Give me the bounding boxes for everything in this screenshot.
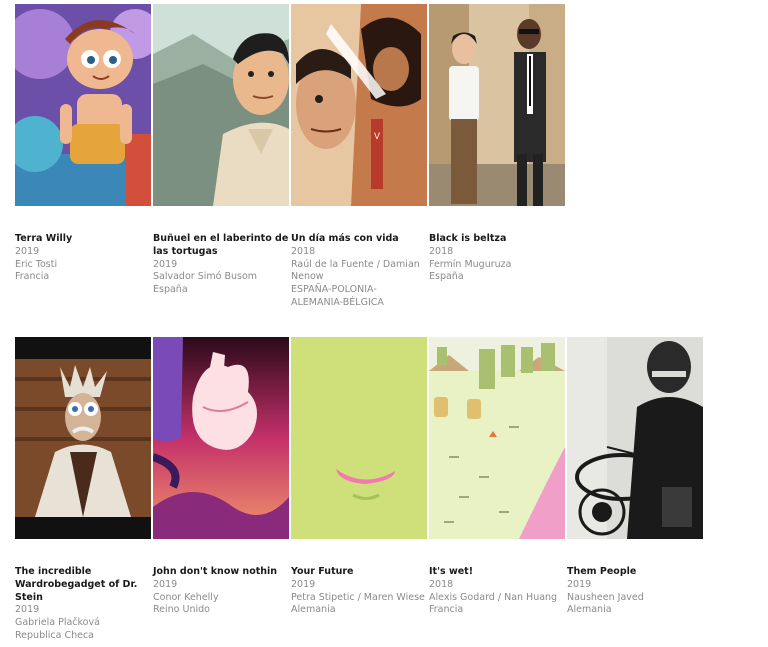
poster-its-wet xyxy=(429,337,565,539)
poster-image[interactable] xyxy=(429,337,565,539)
film-title[interactable]: The incredible Wardrobegadget of Dr. Ste… xyxy=(15,566,151,604)
poster-image[interactable]: V xyxy=(291,4,427,206)
film-year: 2019 xyxy=(153,258,178,270)
film-meta: The incredible Wardrobegadget of Dr. Ste… xyxy=(15,566,151,643)
film-title[interactable]: Black is beltza xyxy=(429,233,565,246)
film-country: Alemania xyxy=(291,604,336,616)
film-director: Eric Tosti xyxy=(15,258,58,270)
film-director: Salvador Simó Busom xyxy=(153,271,258,283)
film-country: España xyxy=(429,271,464,283)
film-title[interactable]: It's wet! xyxy=(429,566,565,579)
poster-image[interactable] xyxy=(291,337,427,539)
film-year: 2018 xyxy=(429,578,454,590)
poster-image[interactable] xyxy=(15,4,151,206)
film-title[interactable]: John don't know nothin xyxy=(153,566,289,579)
film-year: 2019 xyxy=(291,578,316,590)
film-director: Fermín Muguruza xyxy=(429,258,512,270)
poster-un-dia-mas: V xyxy=(291,4,427,206)
poster-your-future xyxy=(291,337,427,539)
film-meta: John don't know nothin 2019 Conor Kehell… xyxy=(153,566,289,617)
poster-image[interactable] xyxy=(153,337,289,539)
film-year: 2019 xyxy=(567,578,592,590)
film-title[interactable]: Your Future xyxy=(291,566,427,579)
film-year: 2018 xyxy=(429,245,454,257)
film-title[interactable]: Terra Willy xyxy=(15,233,151,246)
film-director: Gabriela Plačková xyxy=(15,617,100,629)
film-year: 2019 xyxy=(15,604,40,616)
film-meta: Your Future 2019 Petra Stipetic / Maren … xyxy=(291,566,427,617)
poster-image[interactable] xyxy=(567,337,703,539)
poster-terra-willy xyxy=(15,4,151,206)
film-meta: Them People 2019 Nausheen Javed Alemania xyxy=(567,566,703,617)
film-director: Raúl de la Fuente / Damian Nenow xyxy=(291,258,420,283)
film-year: 2019 xyxy=(15,245,40,257)
poster-john-dont-know xyxy=(153,337,289,539)
film-meta: Terra Willy 2019 Eric Tosti Francia xyxy=(15,233,151,284)
film-country: Republica Checa xyxy=(15,629,94,641)
poster-bunuel xyxy=(153,4,289,206)
film-director: Conor Kehelly xyxy=(153,591,219,603)
film-country: Alemania xyxy=(567,604,612,616)
poster-wardrobegadget xyxy=(15,337,151,539)
poster-image[interactable] xyxy=(153,4,289,206)
film-meta: Un día más con vida 2018 Raúl de la Fuen… xyxy=(291,233,427,310)
film-year: 2019 xyxy=(153,578,178,590)
film-meta: Buñuel en el laberinto de las tortugas 2… xyxy=(153,233,289,297)
film-year: 2018 xyxy=(291,245,316,257)
film-title[interactable]: Them People xyxy=(567,566,703,579)
film-title[interactable]: Un día más con vida xyxy=(291,233,427,246)
film-country: España xyxy=(153,284,188,296)
film-title[interactable]: Buñuel en el laberinto de las tortugas xyxy=(153,233,289,259)
poster-image[interactable] xyxy=(15,337,151,539)
film-country: Francia xyxy=(429,604,464,616)
film-director: Alexis Godard / Nan Huang xyxy=(429,591,558,603)
poster-them-people xyxy=(567,337,703,539)
film-director: Petra Stipetic / Maren Wiese xyxy=(291,591,425,603)
film-country: Reino Unido xyxy=(153,604,210,616)
film-country: Francia xyxy=(15,271,50,283)
svg-text:V: V xyxy=(374,131,380,141)
film-meta: It's wet! 2018 Alexis Godard / Nan Huang… xyxy=(429,566,565,617)
film-meta: Black is beltza 2018 Fermín Muguruza Esp… xyxy=(429,233,565,284)
film-director: Nausheen Javed xyxy=(567,591,644,603)
film-country: ESPAÑA-POLONIA-ALEMANIA-BÉLGICA xyxy=(291,284,384,308)
poster-black-is-beltza xyxy=(429,4,565,206)
poster-image[interactable] xyxy=(429,4,565,206)
